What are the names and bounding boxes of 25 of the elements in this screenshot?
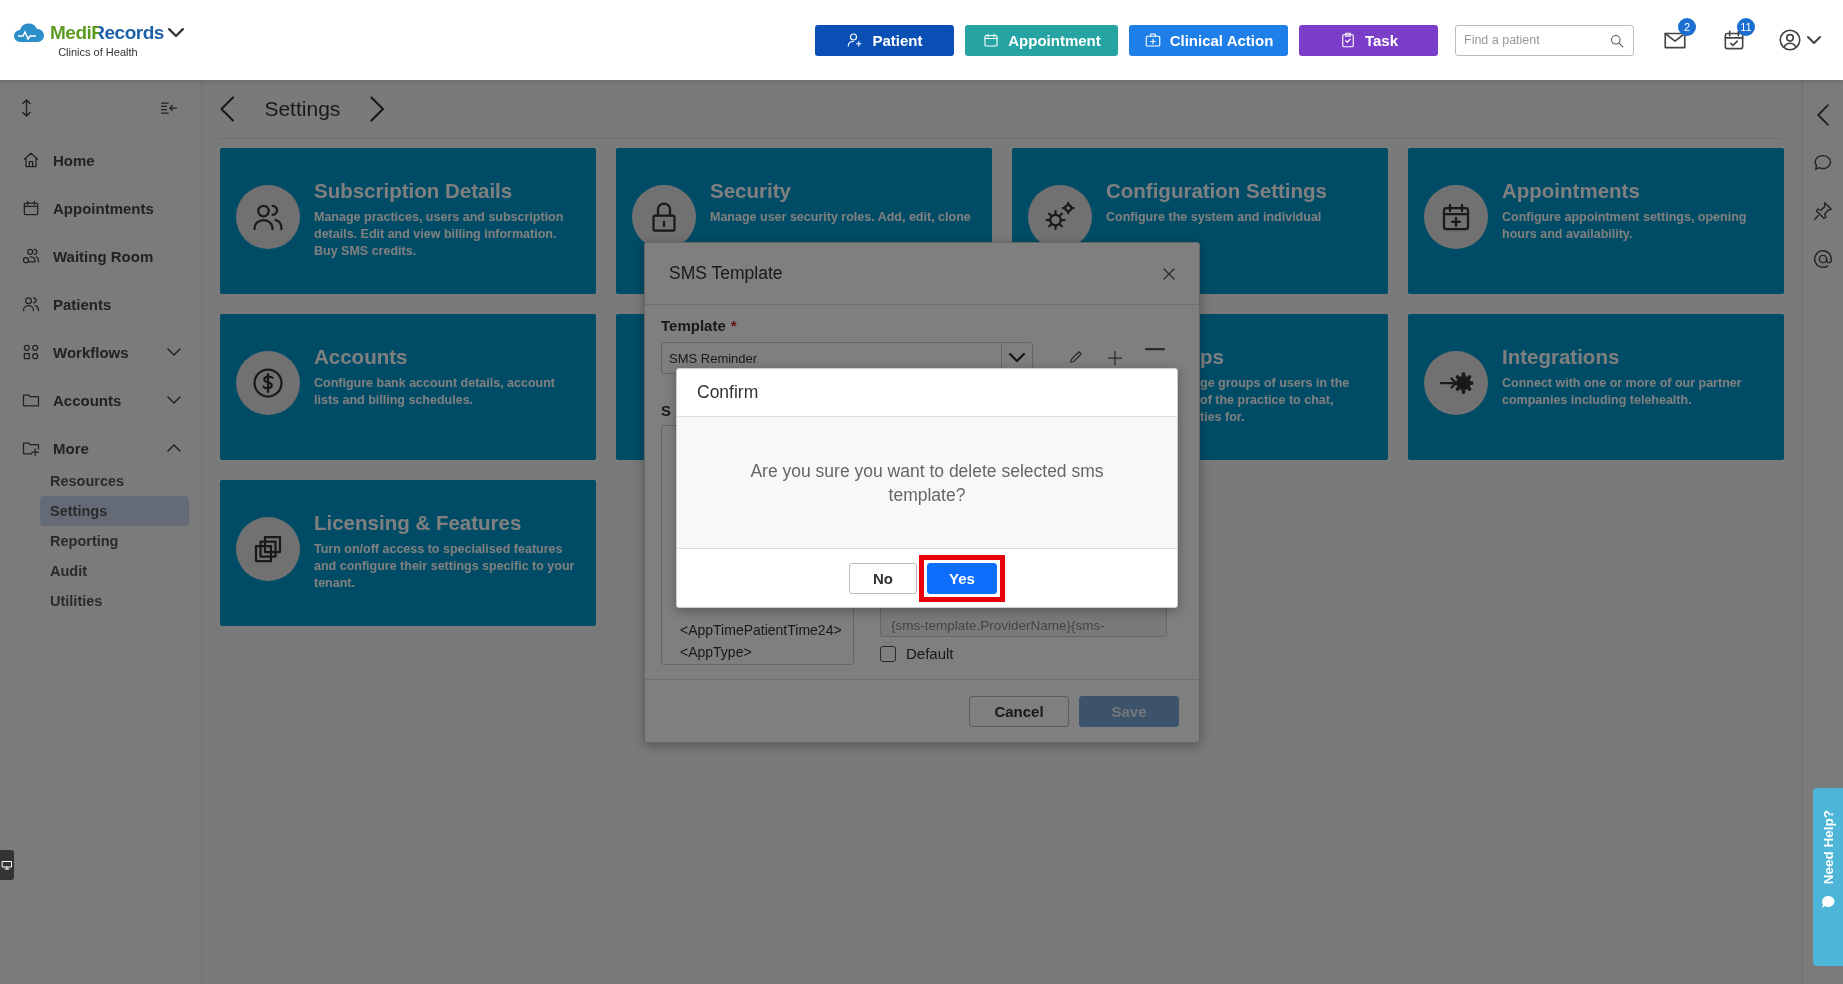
clinic-name: Clinics of Health bbox=[58, 46, 138, 58]
section-label: S bbox=[661, 402, 672, 419]
field-label: Template * bbox=[661, 317, 738, 334]
card-description: Manage practices, users and subscription details. Edit and view billing information. Buy SMS credits. bbox=[314, 209, 565, 260]
card-description: Turn on/off access to specialised features and configure their settings specific to your tenant. bbox=[314, 541, 576, 592]
card-description: Configure the system and individual bbox=[1106, 209, 1323, 226]
card-description: Connect with one or more of our partner companies including telehealth. bbox=[1502, 375, 1743, 409]
card-description: ge groups of users in the of the practice to chat, ties for. bbox=[1200, 375, 1350, 426]
count-badge: 2 bbox=[1678, 18, 1696, 36]
confirm-message: Are you sure you want to delete selected sms template? bbox=[749, 459, 1105, 507]
card-description: Manage user security roles. Add, edit, clone bbox=[710, 209, 971, 226]
dialog-title: SMS Template bbox=[669, 263, 783, 284]
card-title: Configuration Settings bbox=[1106, 179, 1327, 203]
card-title: Licensing & Features bbox=[314, 511, 523, 535]
card-title: Subscription Details bbox=[314, 179, 514, 203]
card-title: Appointments bbox=[1502, 179, 1641, 203]
count-badge: 11 bbox=[1737, 18, 1755, 36]
card-description: Configure appointment settings, opening hours and availability. bbox=[1502, 209, 1748, 243]
page-title: Settings bbox=[264, 97, 341, 121]
card-title: Security bbox=[710, 179, 792, 203]
card-title: Accounts bbox=[314, 345, 409, 369]
dialog-title: Confirm bbox=[697, 382, 759, 403]
card-title: Integrations bbox=[1502, 345, 1621, 369]
card-title: ps bbox=[1200, 345, 1225, 369]
card-description: Configure bank account details, account lists and billing schedules. bbox=[314, 375, 556, 409]
